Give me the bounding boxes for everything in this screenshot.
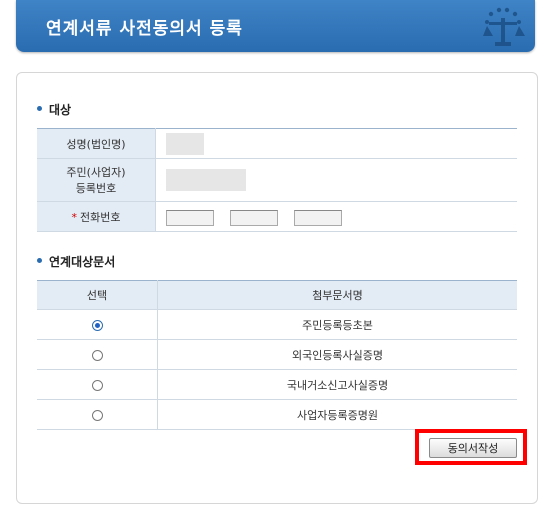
bullet-icon [37, 106, 42, 111]
target-section-title: 대상 [37, 101, 71, 118]
required-mark: * [71, 210, 78, 224]
registration-number-label: 주민(사업자) 등록번호 [37, 158, 156, 202]
page-header: 연계서류 사전동의서 등록 [16, 0, 535, 52]
scales-of-justice-icon [483, 7, 525, 46]
column-select: 선택 [37, 280, 158, 310]
table-row: 사업자등록증명원 [37, 399, 517, 430]
name-label: 성명(법인명) [37, 128, 156, 159]
phone-field-3[interactable] [294, 209, 342, 226]
phone-row: * 전화번호 [37, 201, 517, 232]
doc-radio-button[interactable] [91, 349, 103, 361]
name-value [155, 128, 517, 159]
redacted-registration-number [166, 169, 246, 191]
doc-radio-button[interactable] [91, 379, 103, 391]
table-row: 주민등록등초본 [37, 309, 517, 340]
docs-section-title: 연계대상문서 [37, 253, 115, 270]
registration-number-row: 주민(사업자) 등록번호 [37, 158, 517, 202]
redacted-name [166, 132, 204, 155]
name-row: 성명(법인명) [37, 128, 517, 159]
phone-field-1[interactable] [166, 209, 214, 226]
page-title: 연계서류 사전동의서 등록 [46, 19, 243, 39]
doc-radio-button[interactable] [91, 409, 103, 421]
consent-form-panel: 대상 성명(법인명) 주민(사업자) 등록번호 * 전화번호 연계대상문서 선택… [16, 72, 538, 504]
table-row: 외국인등록사실증명 [37, 339, 517, 370]
doc-name: 사업자등록증명원 [157, 399, 517, 430]
doc-name: 주민등록등초본 [157, 309, 517, 340]
highlight-box: 동의서작성 [415, 429, 527, 465]
doc-radio-button[interactable] [91, 319, 103, 331]
linked-documents-table: 선택 첨부문서명 주민등록등초본 외국인등록사실증명 국내거소신고사실증명 사업… [37, 280, 517, 430]
target-info-table: 성명(법인명) 주민(사업자) 등록번호 * 전화번호 [37, 128, 517, 232]
doc-name: 국내거소신고사실증명 [157, 369, 517, 400]
bullet-icon [37, 258, 42, 263]
phone-value [155, 201, 517, 232]
phone-label: * 전화번호 [37, 201, 156, 232]
docs-header-row: 선택 첨부문서명 [37, 280, 517, 310]
create-consent-button[interactable]: 동의서작성 [429, 438, 517, 458]
column-doc-name: 첨부문서명 [157, 280, 517, 310]
registration-number-value [155, 158, 517, 202]
table-row: 국내거소신고사실증명 [37, 369, 517, 400]
phone-field-2[interactable] [230, 209, 278, 226]
doc-name: 외국인등록사실증명 [157, 339, 517, 370]
